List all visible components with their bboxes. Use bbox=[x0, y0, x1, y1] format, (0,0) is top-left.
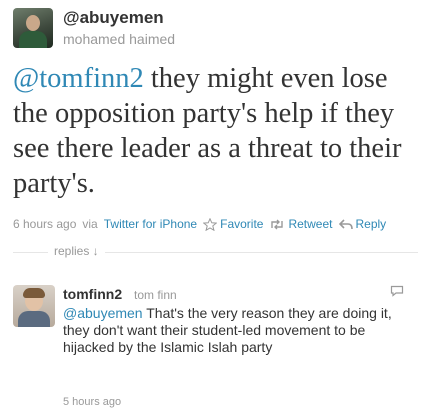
star-icon bbox=[203, 217, 218, 231]
favorite-action[interactable]: Favorite bbox=[203, 217, 263, 231]
replies-label: replies ↓ bbox=[48, 244, 105, 258]
tweet-full-name: mohamed haimed bbox=[63, 31, 176, 47]
source-link[interactable]: Twitter for iPhone bbox=[104, 217, 197, 231]
tweet-username[interactable]: @abuyemen bbox=[63, 8, 164, 28]
retweet-label[interactable]: Retweet bbox=[288, 217, 332, 231]
tweet-text: @tomfinn2 they might even lose the oppos… bbox=[13, 61, 418, 201]
reply-avatar[interactable] bbox=[13, 285, 55, 327]
retweet-action[interactable]: Retweet bbox=[269, 217, 333, 231]
avatar-head bbox=[26, 15, 40, 31]
reply-full-name: tom finn bbox=[134, 288, 177, 302]
reply-label[interactable]: Reply bbox=[356, 217, 387, 231]
tweet-timestamp[interactable]: 6 hours ago bbox=[13, 217, 76, 231]
favorite-label[interactable]: Favorite bbox=[220, 217, 263, 231]
tweet-mention-link[interactable]: @tomfinn2 bbox=[13, 63, 144, 94]
tweet-meta: 6 hours ago via Twitter for iPhone Favor… bbox=[13, 215, 386, 233]
avatar-hair bbox=[23, 288, 45, 298]
avatar[interactable] bbox=[13, 8, 53, 48]
reply-arrow-icon bbox=[338, 218, 353, 229]
speech-bubble-icon[interactable] bbox=[390, 285, 404, 297]
reply-action[interactable]: Reply bbox=[338, 217, 387, 231]
via-label: via bbox=[82, 217, 98, 231]
reply-mention-link[interactable]: @abuyemen bbox=[63, 305, 143, 321]
reply-text: @abuyemen That's the very reason they ar… bbox=[63, 305, 408, 356]
retweet-icon bbox=[271, 219, 284, 229]
reply-username[interactable]: tomfinn2 bbox=[63, 286, 122, 302]
avatar-body bbox=[19, 31, 47, 48]
avatar-body bbox=[18, 311, 50, 327]
reply-timestamp[interactable]: 5 hours ago bbox=[63, 396, 121, 408]
